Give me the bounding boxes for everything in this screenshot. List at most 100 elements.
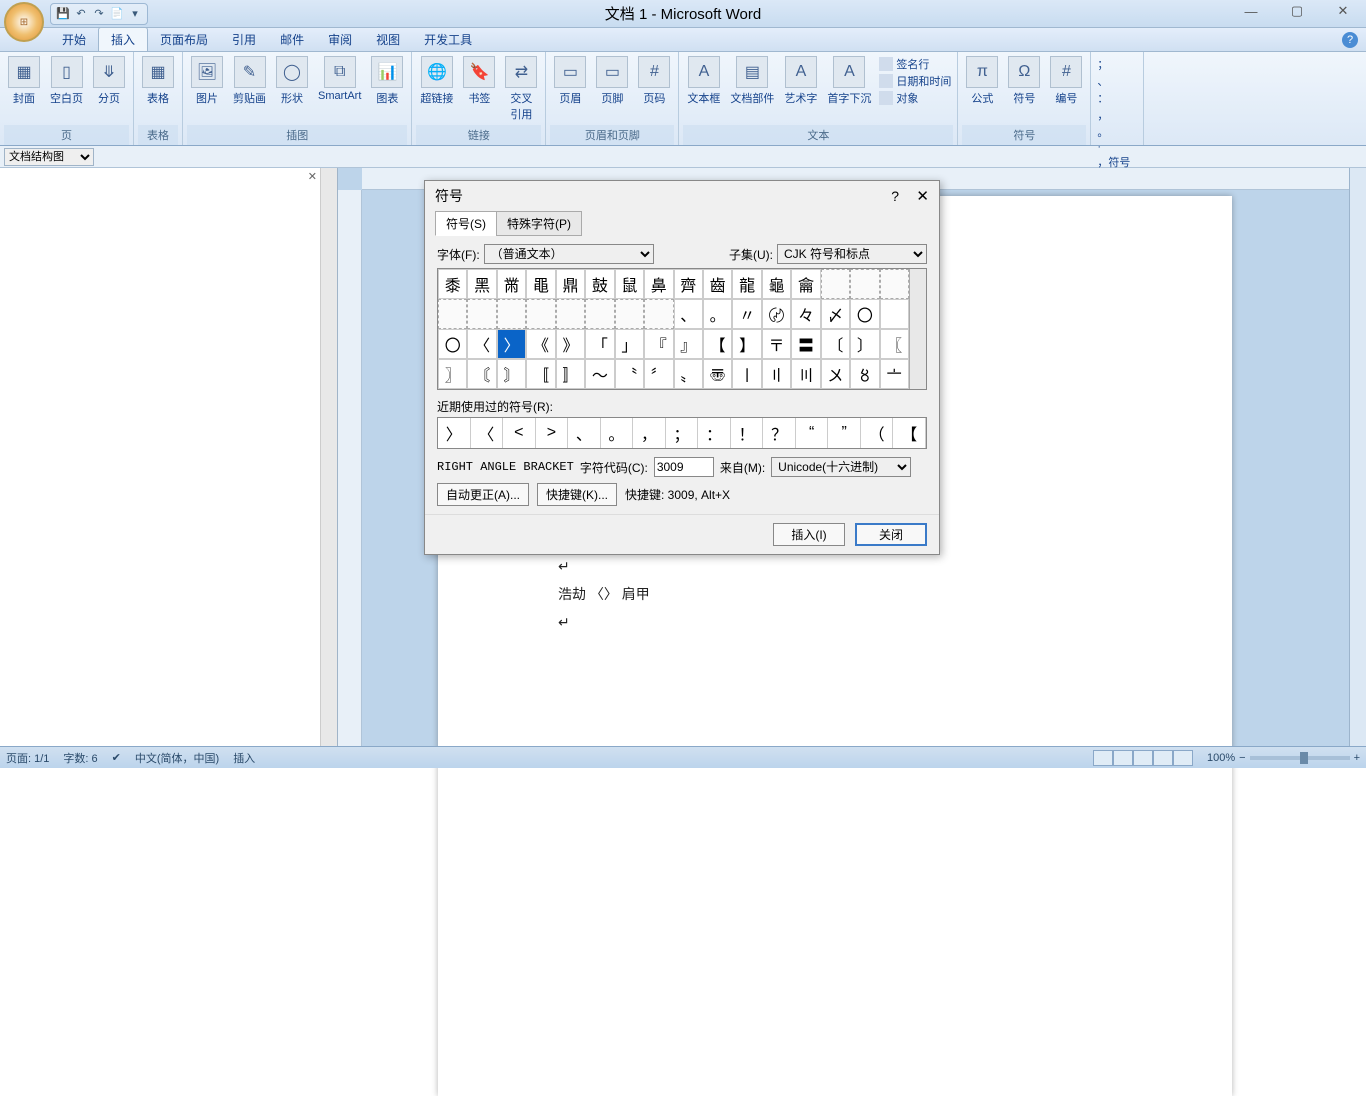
code-input[interactable] bbox=[654, 457, 714, 477]
symbol-shortcut[interactable]: ； bbox=[1097, 56, 1130, 72]
recent-symbol[interactable]: ： bbox=[698, 418, 731, 448]
symbol-shortcut[interactable]: ： bbox=[1097, 90, 1130, 106]
symbol-cell[interactable]: 鼠 bbox=[615, 269, 644, 299]
symbol-cell[interactable]: 〝 bbox=[615, 359, 644, 389]
navpane-close-icon[interactable]: ✕ bbox=[308, 170, 317, 183]
recent-symbol[interactable]: 〈 bbox=[471, 418, 504, 448]
redo-icon[interactable]: ↷ bbox=[91, 6, 107, 22]
view-outline-icon[interactable] bbox=[1153, 750, 1173, 766]
symbol-cell[interactable]: 龜 bbox=[762, 269, 791, 299]
nav-pane-select[interactable]: 文档结构图 bbox=[4, 148, 94, 166]
symbol-cell[interactable]: 〇 bbox=[438, 329, 467, 359]
view-draft-icon[interactable] bbox=[1173, 750, 1193, 766]
symbol-cell[interactable]: 〡 bbox=[732, 359, 761, 389]
ribbon-button[interactable]: #页码 bbox=[634, 54, 674, 108]
symbol-cell[interactable]: 》 bbox=[556, 329, 585, 359]
symbol-cell[interactable]: 〥 bbox=[850, 359, 879, 389]
navpane-scrollbar[interactable] bbox=[320, 168, 337, 746]
dialog-help-icon[interactable]: ? bbox=[891, 188, 899, 204]
symbol-cell[interactable]: 黍 bbox=[438, 269, 467, 299]
ribbon-button[interactable]: #编号 bbox=[1046, 54, 1086, 108]
symbol-cell[interactable] bbox=[644, 299, 673, 329]
symbol-cell[interactable]: 、 bbox=[674, 299, 703, 329]
symbol-cell[interactable] bbox=[850, 269, 879, 299]
status-page[interactable]: 页面: 1/1 bbox=[6, 750, 49, 766]
save-icon[interactable]: 💾 bbox=[55, 6, 71, 22]
qat-dropdown-icon[interactable]: ▾ bbox=[127, 6, 143, 22]
vertical-ruler[interactable] bbox=[338, 190, 362, 746]
view-print-icon[interactable] bbox=[1093, 750, 1113, 766]
symbol-cell[interactable]: 〃 bbox=[732, 299, 761, 329]
symbol-cell[interactable]: 〓 bbox=[791, 329, 820, 359]
font-select[interactable]: （普通文本） bbox=[484, 244, 654, 264]
ribbon-button[interactable]: A艺术字 bbox=[780, 54, 821, 108]
symbol-cell[interactable]: 鼻 bbox=[644, 269, 673, 299]
symbol-cell[interactable] bbox=[615, 299, 644, 329]
recent-symbol[interactable]: 〉 bbox=[438, 418, 471, 448]
tab-view[interactable]: 视图 bbox=[364, 28, 412, 51]
symbol-cell[interactable]: 黽 bbox=[526, 269, 555, 299]
recent-symbol[interactable]: ， bbox=[633, 418, 666, 448]
ribbon-button[interactable]: A首字下沉 bbox=[823, 54, 875, 108]
symbol-cell[interactable]: 龠 bbox=[791, 269, 820, 299]
symbol-cell[interactable]: 龍 bbox=[732, 269, 761, 299]
symbol-shortcut[interactable]: · bbox=[1097, 141, 1130, 153]
symbol-cell[interactable]: 〆 bbox=[821, 299, 850, 329]
close-dialog-button[interactable]: 关闭 bbox=[855, 523, 927, 546]
symbol-cell[interactable]: 〞 bbox=[644, 359, 673, 389]
symbol-cell[interactable]: 黑 bbox=[467, 269, 496, 299]
document-text[interactable]: 浩劫 〈〉 肩甲 bbox=[558, 580, 1112, 608]
ribbon-button[interactable]: 🌐超链接 bbox=[416, 54, 457, 108]
symbol-cell[interactable] bbox=[438, 299, 467, 329]
subset-select[interactable]: CJK 符号和标点 bbox=[777, 244, 927, 264]
ribbon-small-button[interactable]: 对象 bbox=[879, 90, 951, 106]
status-words[interactable]: 字数: 6 bbox=[63, 750, 97, 766]
symbol-cell[interactable]: 〙 bbox=[497, 359, 526, 389]
symbol-cell[interactable]: 『 bbox=[644, 329, 673, 359]
symbol-cell[interactable] bbox=[880, 299, 909, 329]
symbol-cell[interactable]: 鼎 bbox=[556, 269, 585, 299]
dialog-tab-symbols[interactable]: 符号(S) bbox=[435, 211, 497, 236]
symbol-cell[interactable]: 〄 bbox=[762, 299, 791, 329]
ribbon-button[interactable]: ⤋分页 bbox=[89, 54, 129, 108]
ribbon-button[interactable]: A文本框 bbox=[683, 54, 724, 108]
office-button[interactable]: ⊞ bbox=[4, 2, 44, 42]
help-icon[interactable]: ? bbox=[1342, 32, 1358, 48]
tab-layout[interactable]: 页面布局 bbox=[148, 28, 220, 51]
symbol-cell[interactable]: 〇 bbox=[850, 299, 879, 329]
insert-button[interactable]: 插入(I) bbox=[773, 523, 845, 546]
recent-symbol[interactable]: 【 bbox=[893, 418, 926, 448]
tab-references[interactable]: 引用 bbox=[220, 28, 268, 51]
symbol-cell[interactable]: 〗 bbox=[438, 359, 467, 389]
symbol-cell[interactable] bbox=[556, 299, 585, 329]
symbol-cell[interactable]: 〦 bbox=[880, 359, 909, 389]
recent-symbol[interactable]: 。 bbox=[601, 418, 634, 448]
symbol-cell[interactable] bbox=[526, 299, 555, 329]
symbol-cell[interactable]: 黹 bbox=[497, 269, 526, 299]
symbol-cell[interactable]: 齒 bbox=[703, 269, 732, 299]
recent-symbol[interactable]: ？ bbox=[763, 418, 796, 448]
symbol-cell[interactable]: 【 bbox=[703, 329, 732, 359]
recent-symbol[interactable]: 、 bbox=[568, 418, 601, 448]
symbol-cell[interactable]: 。 bbox=[703, 299, 732, 329]
ribbon-button[interactable]: ▭页脚 bbox=[592, 54, 632, 108]
symbol-cell[interactable]: 鼓 bbox=[585, 269, 614, 299]
ribbon-button[interactable]: 📊图表 bbox=[367, 54, 407, 108]
ribbon-button[interactable]: ✎剪贴画 bbox=[229, 54, 270, 108]
maximize-button[interactable]: ▢ bbox=[1274, 0, 1320, 22]
tab-developer[interactable]: 开发工具 bbox=[412, 28, 484, 51]
vertical-scrollbar[interactable] bbox=[1349, 168, 1366, 746]
view-fullscreen-icon[interactable] bbox=[1113, 750, 1133, 766]
dialog-close-icon[interactable]: ✕ bbox=[916, 187, 929, 205]
symbol-cell[interactable] bbox=[880, 269, 909, 299]
symbol-cell[interactable]: 』 bbox=[674, 329, 703, 359]
status-mode[interactable]: 插入 bbox=[233, 750, 255, 766]
symbol-grid-scrollbar[interactable] bbox=[909, 269, 926, 389]
symbol-cell[interactable]: 「 bbox=[585, 329, 614, 359]
recent-symbol[interactable]: ！ bbox=[731, 418, 764, 448]
ribbon-button[interactable]: Ω符号 bbox=[1004, 54, 1044, 108]
ribbon-button[interactable]: ▯空白页 bbox=[46, 54, 87, 108]
symbol-shortcut[interactable]: ， bbox=[1097, 107, 1130, 123]
tab-insert[interactable]: 插入 bbox=[98, 27, 148, 51]
symbol-cell[interactable] bbox=[497, 299, 526, 329]
